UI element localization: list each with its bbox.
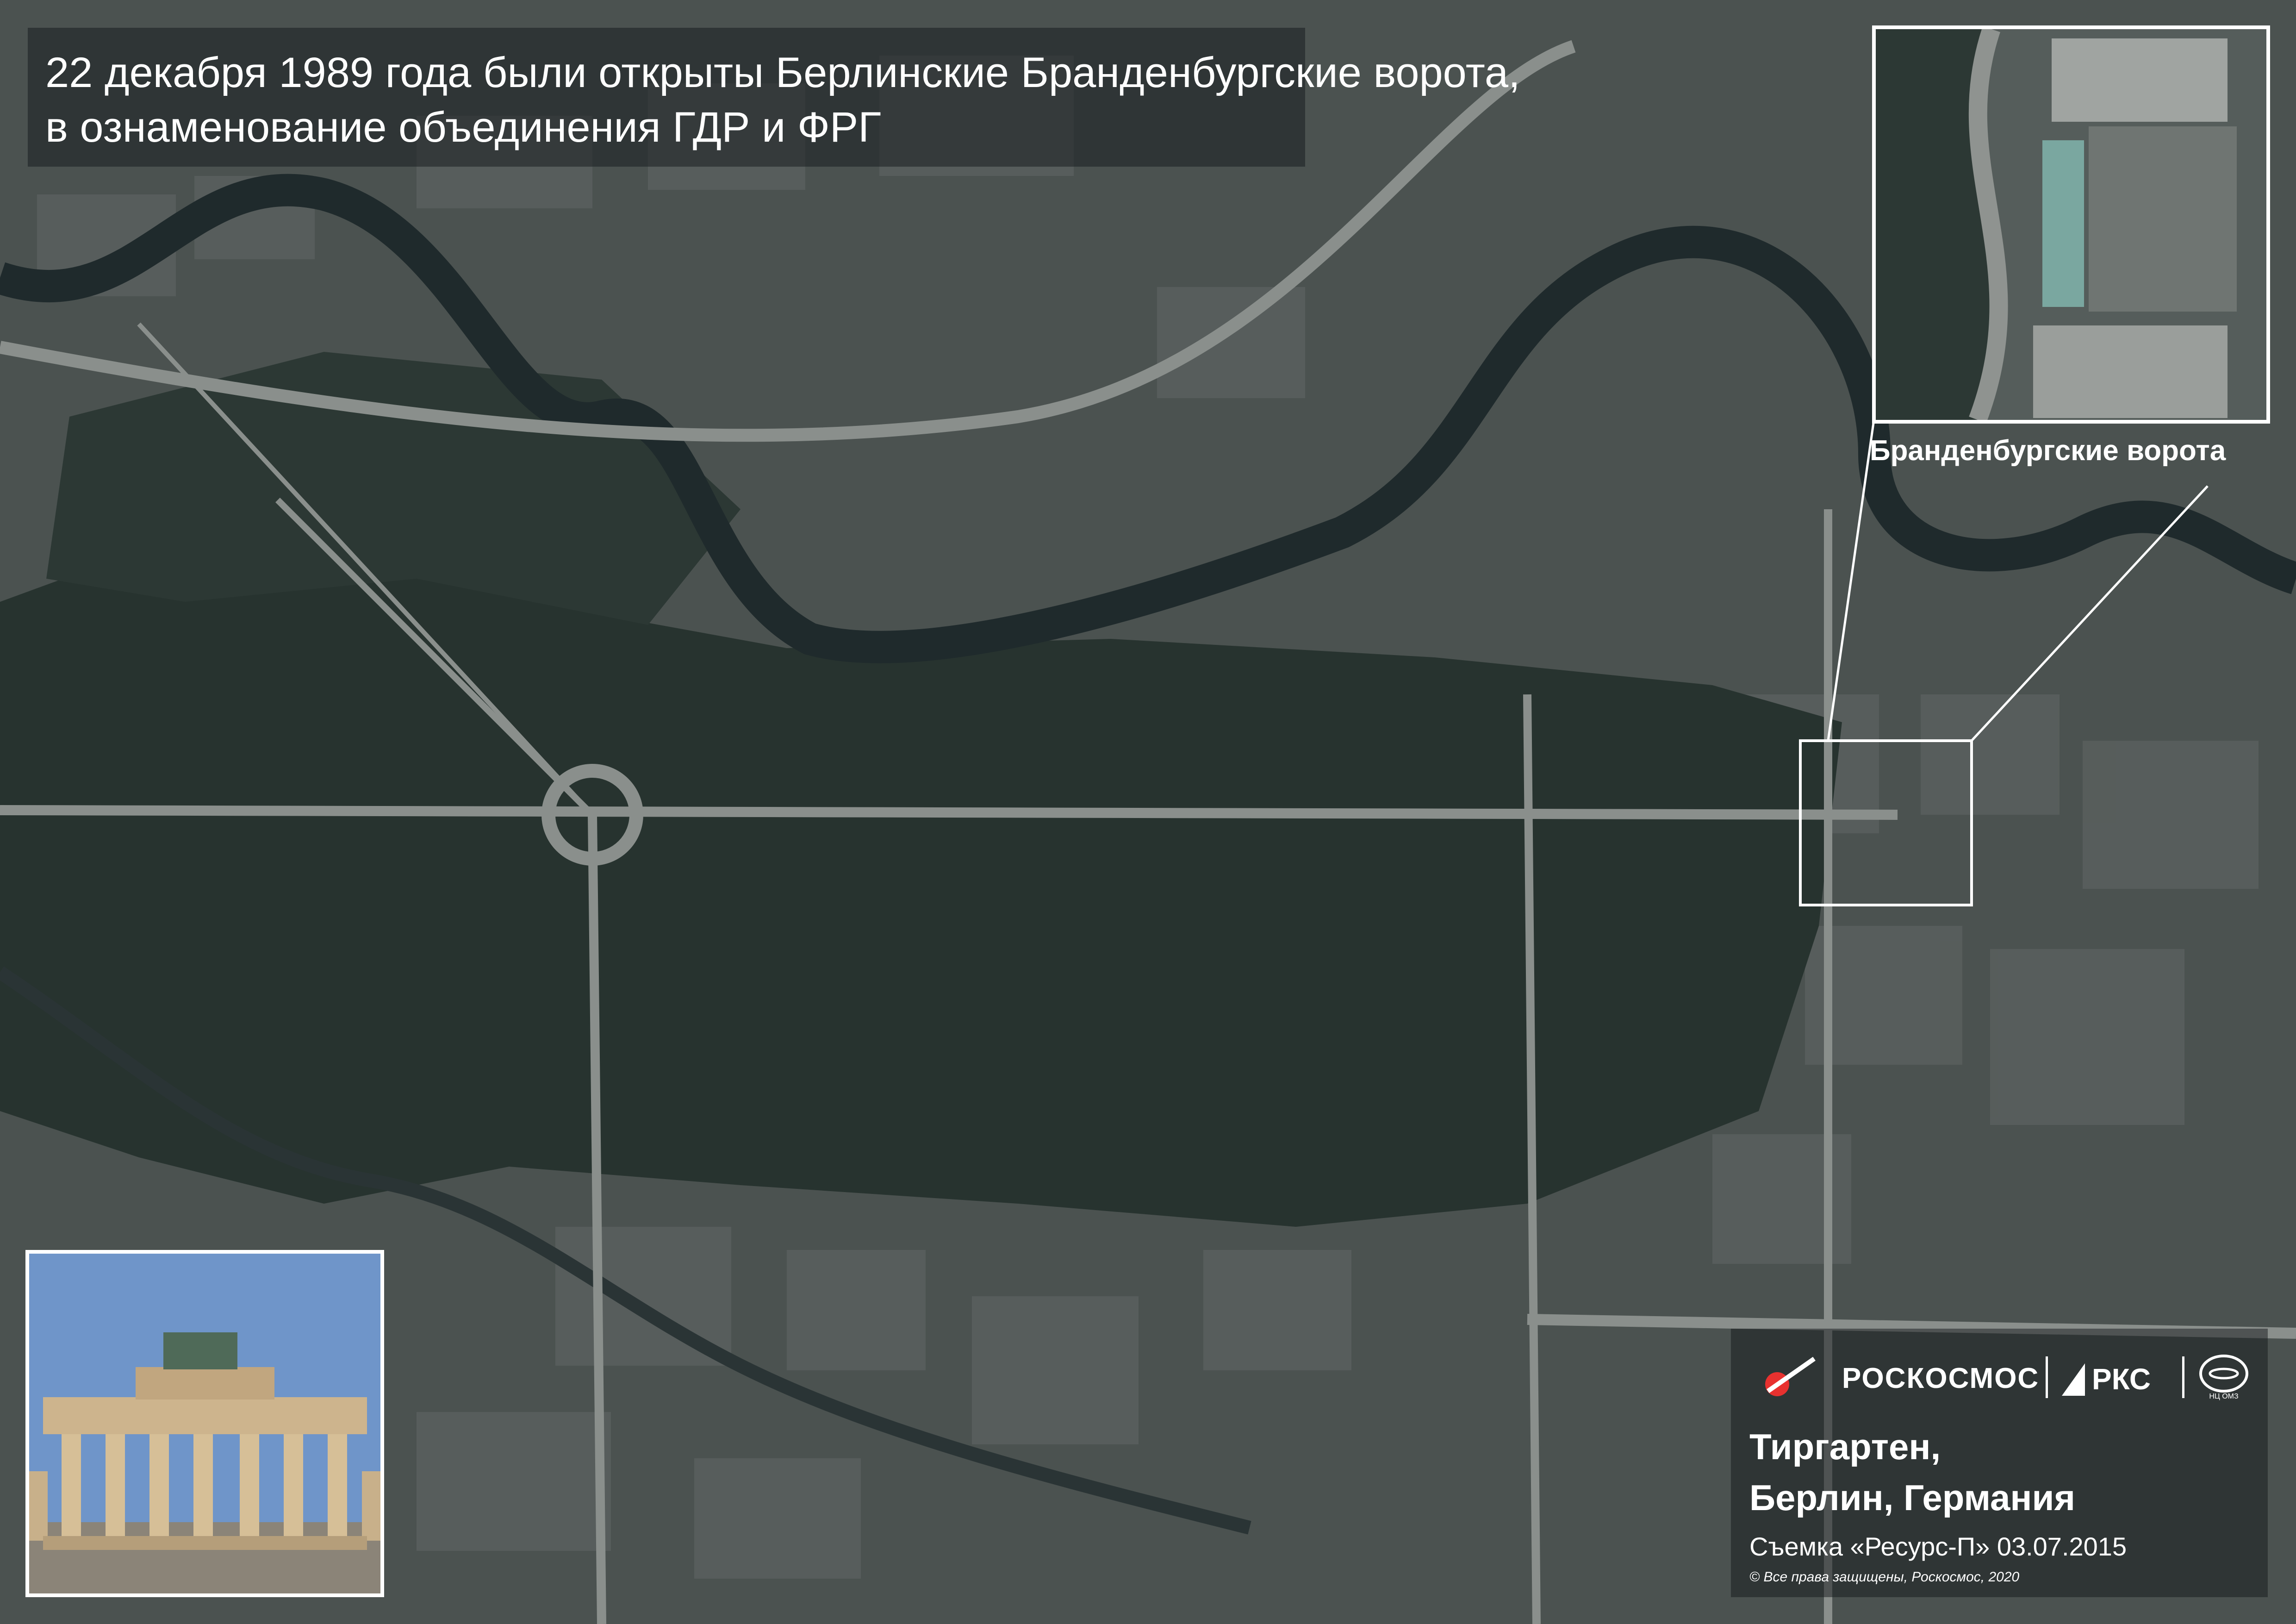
brandenburg-gate-photo bbox=[25, 1250, 384, 1597]
copyright-notice: © Все права защищены, Роскосмос, 2020 bbox=[1749, 1569, 2020, 1585]
headline-line-2: в ознаменование объединения ГДР и ФРГ bbox=[45, 104, 882, 151]
inset-satellite-image bbox=[1876, 29, 2266, 420]
roscosmos-logo-icon bbox=[1765, 1356, 1816, 1396]
caption-panel: РОСКОСМОС РКС НЦ ОМЗ Тиргартен, Берлин, … bbox=[1731, 1329, 2268, 1597]
logo-divider-2 bbox=[2182, 1356, 2184, 1398]
inset-label: Бранденбургские ворота bbox=[1870, 435, 2226, 467]
capture-info: Съемка «Ресурс-П» 03.07.2015 bbox=[1749, 1532, 2127, 1561]
rks-logo-icon bbox=[2062, 1363, 2085, 1396]
inset-zoom-map bbox=[1872, 25, 2270, 424]
place-line-2: Берлин, Германия bbox=[1749, 1477, 2075, 1518]
headline-line-1: 22 декабря 1989 года были открыты Берлин… bbox=[45, 49, 1520, 96]
roscosmos-wordmark: РОСКОСМОС bbox=[1842, 1362, 2040, 1394]
rks-wordmark: РКС bbox=[2092, 1362, 2151, 1396]
headline-box: 22 декабря 1989 года были открыты Берлин… bbox=[28, 28, 1520, 167]
brandenburg-gate-illustration bbox=[29, 1254, 380, 1593]
logo-divider bbox=[2046, 1356, 2048, 1398]
place-line-1: Тиргартен, bbox=[1749, 1426, 1941, 1467]
ntsomz-logo-icon: НЦ ОМЗ bbox=[2199, 1355, 2248, 1400]
svg-text:НЦ ОМЗ: НЦ ОМЗ bbox=[2209, 1393, 2238, 1400]
logos-row: РОСКОСМОС РКС НЦ ОМЗ bbox=[1749, 1352, 2254, 1403]
